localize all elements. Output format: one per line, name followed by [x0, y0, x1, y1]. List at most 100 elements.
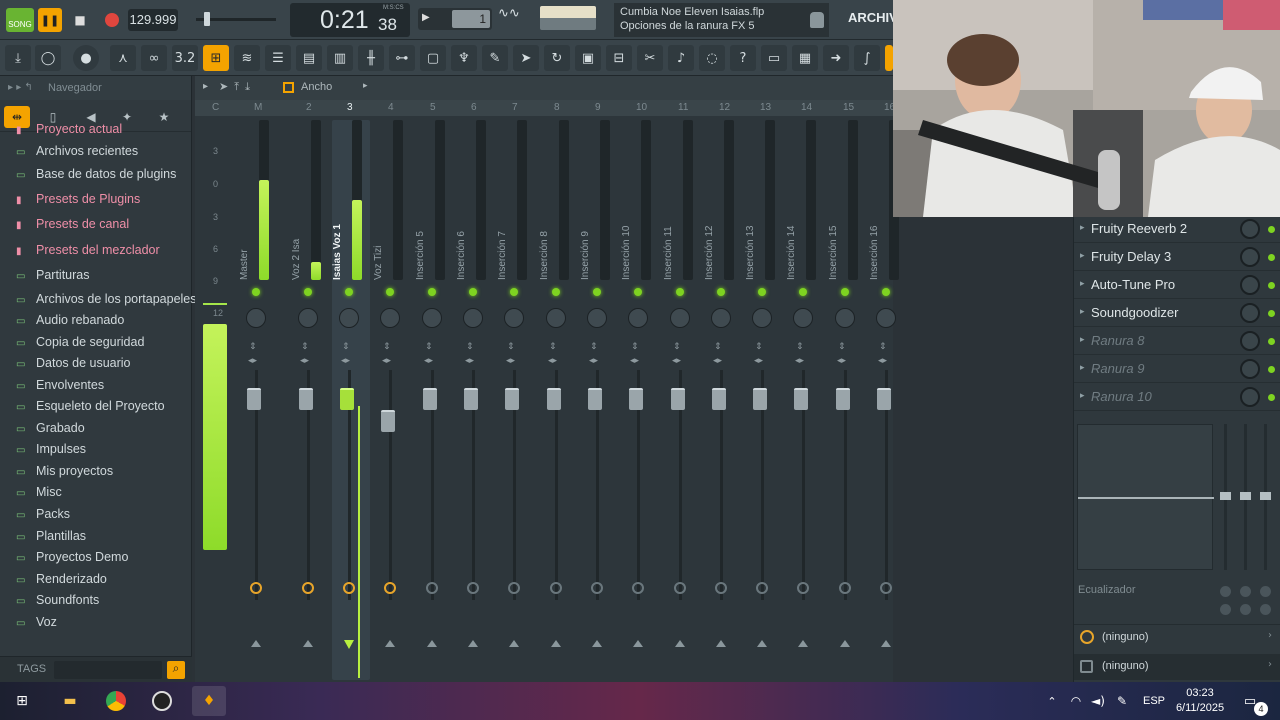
mixer-strip[interactable]: Inserción 14 ⇕ ◂▸	[786, 120, 824, 680]
render-icon[interactable]: ⊟	[606, 45, 632, 71]
microphone-icon[interactable]: ♪	[668, 45, 694, 71]
pan-knob[interactable]	[246, 308, 266, 328]
browser-item[interactable]: ▭ Base de datos de plugins	[16, 164, 176, 184]
stereo-separation-icon[interactable]: ⇕	[838, 342, 846, 352]
fl-studio-taskbar-icon[interactable]: ♦	[192, 686, 226, 716]
stereo-separation-icon[interactable]: ⇕	[673, 342, 681, 352]
stereo-separation-icon[interactable]: ⇕	[796, 342, 804, 352]
pattern-selector[interactable]: ▶ 1	[418, 8, 492, 30]
strip-enable-led[interactable]	[593, 288, 601, 296]
send-arrow-icon[interactable]	[251, 640, 261, 647]
volume-fader[interactable]	[588, 388, 602, 410]
eq-knobs[interactable]	[1220, 584, 1276, 618]
mixer-strip[interactable]: Voz Tizi ⇕ ◂▸	[373, 120, 411, 680]
slot-enable-led[interactable]	[1268, 282, 1275, 289]
browser-item[interactable]: ▭ Plantillas	[16, 526, 86, 546]
browser-item[interactable]: ▭ Audio rebanado	[16, 310, 124, 330]
send-arrow-icon[interactable]	[798, 640, 808, 647]
master-volume-slider[interactable]	[196, 12, 276, 26]
slot-enable-led[interactable]	[1268, 310, 1275, 317]
volume-fader[interactable]	[629, 388, 643, 410]
route-icon[interactable]	[674, 582, 686, 594]
route-icon[interactable]	[839, 582, 851, 594]
browser-item[interactable]: ▭ Copia de seguridad	[16, 332, 144, 352]
expand-icon[interactable]: ▸	[1080, 391, 1085, 401]
volume-fader[interactable]	[381, 410, 395, 432]
route-icon[interactable]	[508, 582, 520, 594]
browser-item[interactable]: ▭ Proyectos Demo	[16, 547, 128, 567]
mixer-strip[interactable]: Inserción 5 ⇕ ◂▸	[415, 120, 453, 680]
browser-item[interactable]: ▭ Grabado	[16, 418, 85, 438]
volume-fader[interactable]	[505, 388, 519, 410]
slot-enable-led[interactable]	[1268, 366, 1275, 373]
expand-icon[interactable]: ▸	[1080, 363, 1085, 373]
browser-item[interactable]: ▭ Voz	[16, 612, 57, 632]
swap-channels-icon[interactable]: ◂▸	[382, 356, 391, 366]
file-explorer-icon[interactable]: ▬	[58, 690, 82, 712]
send-arrow-icon[interactable]	[385, 640, 395, 647]
swap-channels-icon[interactable]: ◂▸	[248, 356, 257, 366]
loop-record-icon[interactable]: ∞	[141, 45, 167, 71]
volume-fader[interactable]	[247, 388, 261, 410]
keyboard-icon[interactable]: ▦	[792, 45, 818, 71]
browser-item[interactable]: ▮ Presets de canal	[16, 214, 129, 234]
browser-item[interactable]: ▭ Partituras	[16, 265, 90, 285]
mixer-icon[interactable]: ╫	[358, 45, 384, 71]
pencil-icon[interactable]: ∫	[854, 45, 880, 71]
strip-enable-led[interactable]	[552, 288, 560, 296]
eq-knob[interactable]	[1260, 604, 1271, 615]
fx-slot[interactable]: ▸ Soundgoodizer	[1074, 300, 1280, 327]
fx-slot[interactable]: ▸ Ranura 10	[1074, 384, 1280, 411]
stereo-separation-icon[interactable]: ⇕	[383, 342, 391, 352]
send-arrow-icon[interactable]	[303, 640, 313, 647]
send-arrow-icon[interactable]	[344, 640, 354, 649]
mixer-strip[interactable]: Inserción 10 ⇕ ◂▸	[621, 120, 659, 680]
stereo-separation-icon[interactable]: ⇕	[342, 342, 350, 352]
tray-overflow-icon[interactable]: ⌃	[1040, 690, 1064, 712]
pan-knob[interactable]	[835, 308, 855, 328]
volume-fader[interactable]	[423, 388, 437, 410]
pan-knob[interactable]	[504, 308, 524, 328]
browser-item[interactable]: ▭ Archivos de los portapapeles	[16, 289, 197, 309]
browser-item[interactable]: ▮ Proyecto actual	[16, 119, 122, 139]
swap-channels-icon[interactable]: ◂▸	[589, 356, 598, 366]
route-icon[interactable]	[384, 582, 396, 594]
stereo-separation-icon[interactable]: ⇕	[755, 342, 763, 352]
browser-item[interactable]: ▭ Misc	[16, 482, 62, 502]
volume-fader[interactable]	[340, 388, 354, 410]
send-arrow-icon[interactable]	[881, 640, 891, 647]
send-arrow-icon[interactable]	[757, 640, 767, 647]
language-indicator[interactable]: ESP	[1143, 695, 1165, 707]
mixer-strip[interactable]: Inserción 6 ⇕ ◂▸	[456, 120, 494, 680]
lock-icon[interactable]	[810, 12, 824, 28]
strip-enable-led[interactable]	[386, 288, 394, 296]
route-icon[interactable]	[591, 582, 603, 594]
pan-knob[interactable]	[793, 308, 813, 328]
browser-item[interactable]: ▭ Archivos recientes	[16, 141, 138, 161]
mix-knob[interactable]	[1240, 331, 1260, 351]
slot-enable-led[interactable]	[1268, 338, 1275, 345]
output-row-1[interactable]: (ninguno) ›	[1074, 624, 1280, 650]
tags-input[interactable]	[54, 661, 162, 679]
swap-channels-icon[interactable]: ◂▸	[713, 356, 722, 366]
volume-fader[interactable]	[753, 388, 767, 410]
volume-fader[interactable]	[836, 388, 850, 410]
pan-knob[interactable]	[380, 308, 400, 328]
strip-enable-led[interactable]	[758, 288, 766, 296]
mixer-strip[interactable]: Inserción 7 ⇕ ◂▸	[497, 120, 535, 680]
tempo-display[interactable]: 129.999	[128, 9, 178, 31]
strip-enable-led[interactable]	[469, 288, 477, 296]
stereo-separation-icon[interactable]: ⇕	[249, 342, 257, 352]
time-display[interactable]: 0:21 38 M:S:CS	[290, 3, 410, 37]
stereo-separation-icon[interactable]: ⇕	[879, 342, 887, 352]
browser-item[interactable]: ▭ Renderizado	[16, 569, 107, 589]
strip-enable-led[interactable]	[428, 288, 436, 296]
mix-knob[interactable]	[1240, 387, 1260, 407]
volume-fader[interactable]	[299, 388, 313, 410]
strip-enable-led[interactable]	[799, 288, 807, 296]
send-arrow-icon[interactable]	[551, 640, 561, 647]
mix-knob[interactable]	[1240, 247, 1260, 267]
pan-knob[interactable]	[752, 308, 772, 328]
extra-icon[interactable]	[885, 45, 893, 71]
route-icon[interactable]	[797, 582, 809, 594]
